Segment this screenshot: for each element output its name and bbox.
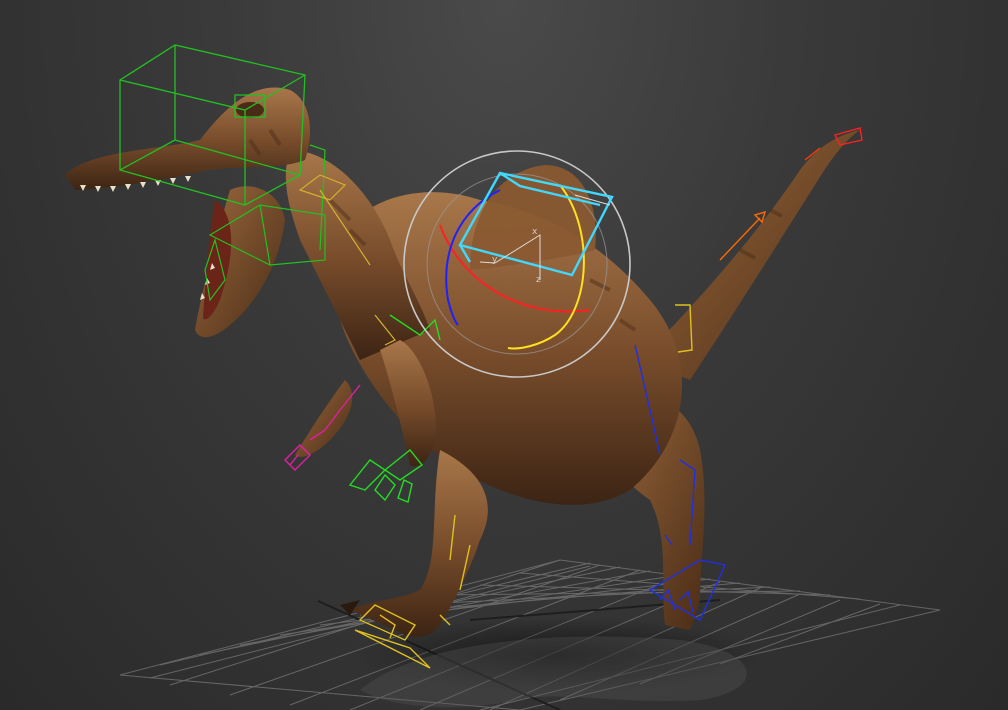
scene-canvas[interactable]: x y z	[0, 0, 1008, 710]
teeth	[80, 176, 215, 300]
right-arm[interactable]	[295, 380, 353, 457]
eye	[236, 102, 264, 118]
gizmo-z-label: z	[536, 275, 541, 285]
gizmo-y-label: y	[492, 255, 498, 265]
gizmo-x-label: x	[532, 227, 538, 237]
head-upper-jaw[interactable]	[65, 87, 310, 190]
3d-viewport[interactable]: x y z	[0, 0, 1008, 710]
